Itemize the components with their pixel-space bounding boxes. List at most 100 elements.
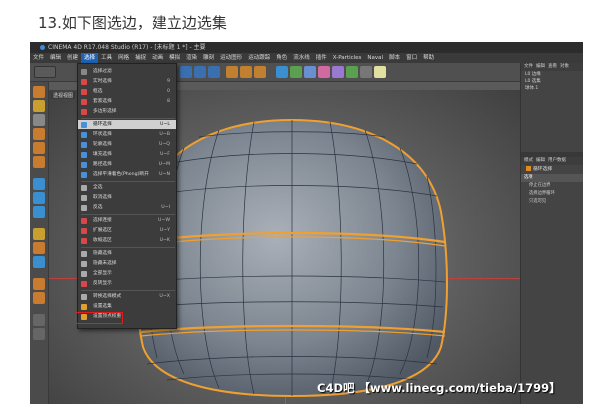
deformer-icon[interactable] [332, 66, 344, 78]
menu-13[interactable]: 角色 [273, 53, 290, 63]
window-title: CINEMA 4D R17.048 Studio (R17) - [未标题 1 … [48, 44, 206, 51]
rotate-tool-icon[interactable] [194, 66, 206, 78]
render-view-icon[interactable] [226, 66, 238, 78]
menu-3[interactable]: 选择 [81, 53, 99, 63]
menu-item-shortcut: 9 [167, 79, 170, 84]
menu-1[interactable]: 编辑 [47, 53, 64, 63]
cube-icon[interactable] [276, 66, 288, 78]
menu-14[interactable]: 流水线 [290, 53, 313, 63]
menu-19[interactable]: 窗口 [403, 53, 420, 63]
menu-item-4[interactable]: 多边形选择 [78, 107, 176, 116]
menu-17[interactable]: Naval [364, 53, 386, 63]
option-checkbox[interactable]: 选择边界循环 [521, 190, 583, 198]
menu-item-0[interactable]: 选择过滤 [78, 67, 176, 76]
menu-item-2[interactable]: 框选 0 [78, 87, 176, 96]
edge-mode-icon[interactable] [33, 142, 45, 154]
menu-item-20[interactable]: 反转显示 [78, 279, 176, 288]
menu-item-22[interactable]: 设置选集 [78, 302, 176, 311]
menu-11[interactable]: 运动图形 [217, 53, 245, 63]
lock-icon[interactable] [33, 328, 45, 340]
menu-item-6[interactable]: 环状选择 U~B [78, 130, 176, 139]
light-icon[interactable] [374, 66, 386, 78]
menu-18[interactable]: 脚本 [386, 53, 403, 63]
camera-icon[interactable] [360, 66, 372, 78]
menu-item-8[interactable]: 填充选择 U~F [78, 150, 176, 159]
menu-item-1[interactable]: 实时选择 9 [78, 77, 176, 86]
render-icon[interactable] [240, 66, 252, 78]
menu-2[interactable]: 创建 [64, 53, 81, 63]
menu-15[interactable]: 插件 [313, 53, 330, 63]
menu-7[interactable]: 动画 [149, 53, 166, 63]
grid-icon[interactable] [33, 242, 45, 254]
menu-16[interactable]: X-Particles [330, 53, 365, 63]
menu-item-7[interactable]: 轮廓选择 U~Q [78, 140, 176, 149]
attr-menu-1[interactable]: 编辑 [536, 157, 545, 165]
menu-9[interactable]: 渲染 [183, 53, 200, 63]
pen-icon[interactable] [290, 66, 302, 78]
texture-mode-icon[interactable] [33, 100, 45, 112]
object-row[interactable]: L0 选集 [521, 78, 583, 85]
menu-item-shortcut: U~B [159, 132, 170, 137]
menu-10[interactable]: 雕刻 [200, 53, 217, 63]
menu-item-19[interactable]: 全部显示 [78, 269, 176, 278]
cloner-icon[interactable] [318, 66, 330, 78]
move-tool-icon[interactable] [180, 66, 192, 78]
unhide-icon [81, 271, 87, 277]
snap-icon[interactable] [33, 178, 45, 190]
floor-icon[interactable] [346, 66, 358, 78]
menu-6[interactable]: 捕捉 [132, 53, 149, 63]
axis-icon[interactable] [33, 192, 45, 204]
polygon-mode-icon[interactable] [33, 156, 45, 168]
object-menu-1[interactable]: 编辑 [536, 63, 545, 71]
menu-20[interactable]: 帮助 [420, 53, 437, 63]
menu-item-9[interactable]: 路径选择 U~M [78, 160, 176, 169]
object-menu-0[interactable]: 文件 [524, 63, 533, 71]
point-mode-icon[interactable] [33, 128, 45, 140]
menu-item-label: 全选 [93, 185, 103, 190]
sculpt-icon[interactable] [33, 292, 45, 304]
workplane-icon[interactable] [33, 114, 45, 126]
menu-item-3[interactable]: 套索选择 8 [78, 97, 176, 106]
menu-item-16[interactable]: 收缩选区 U~K [78, 236, 176, 245]
locking-icon[interactable] [33, 228, 45, 240]
layer-icon[interactable] [33, 314, 45, 326]
menu-item-15[interactable]: 扩展选区 U~Y [78, 226, 176, 235]
menu-item-13[interactable]: 反选 U~I [78, 203, 176, 212]
menu-item-21[interactable]: 转换选择模式 U~X [78, 292, 176, 301]
render-settings-icon[interactable] [254, 66, 266, 78]
object-row[interactable]: L0 边缘 [521, 71, 583, 78]
object-menu-2[interactable]: 查看 [548, 63, 557, 71]
menu-item-18[interactable]: 隐藏未选择 [78, 259, 176, 268]
menu-5[interactable]: 网格 [115, 53, 132, 63]
object-row[interactable]: 球体.1 [521, 85, 583, 92]
subdivision-icon[interactable] [304, 66, 316, 78]
c4d-screenshot: CINEMA 4D R17.048 Studio (R17) - [未标题 1 … [30, 42, 583, 404]
paint-icon[interactable] [33, 278, 45, 290]
menu-item-14[interactable]: 选择连接 U~W [78, 216, 176, 225]
attr-menu-2[interactable]: 用户数据 [548, 157, 566, 165]
object-menu-3[interactable]: 对象 [560, 63, 569, 71]
soft-selection-icon[interactable] [33, 206, 45, 218]
model-mode-icon[interactable] [33, 86, 45, 98]
scale-tool-icon[interactable] [208, 66, 220, 78]
undo-button[interactable] [34, 66, 56, 78]
menu-item-17[interactable]: 隐藏选择 [78, 249, 176, 258]
symmetry-icon[interactable] [33, 256, 45, 268]
connected-icon [81, 218, 87, 224]
menu-item-10[interactable]: 选择平滑着色(Phong)断开 U~N [78, 170, 176, 179]
option-checkbox[interactable]: 停止在边界 [521, 182, 583, 190]
outline-select-icon [81, 142, 87, 148]
menu-item-label: 扩展选区 [93, 228, 112, 233]
option-checkbox[interactable]: 只选可见 [521, 198, 583, 206]
tab-options[interactable]: 选项 [521, 174, 583, 182]
attr-menu-0[interactable]: 模式 [524, 157, 533, 165]
menu-8[interactable]: 模拟 [166, 53, 183, 63]
menu-4[interactable]: 工具 [98, 53, 115, 63]
menu-item-12[interactable]: 取消选择 [78, 193, 176, 202]
menu-item-5[interactable]: 循环选择 U~L [78, 120, 176, 129]
menu-0[interactable]: 文件 [30, 53, 47, 63]
menu-12[interactable]: 运动跟踪 [245, 53, 273, 63]
menu-item-label: 多边形选择 [93, 109, 117, 114]
menu-item-shortcut: U~M [158, 162, 170, 167]
menu-item-11[interactable]: 全选 [78, 183, 176, 192]
